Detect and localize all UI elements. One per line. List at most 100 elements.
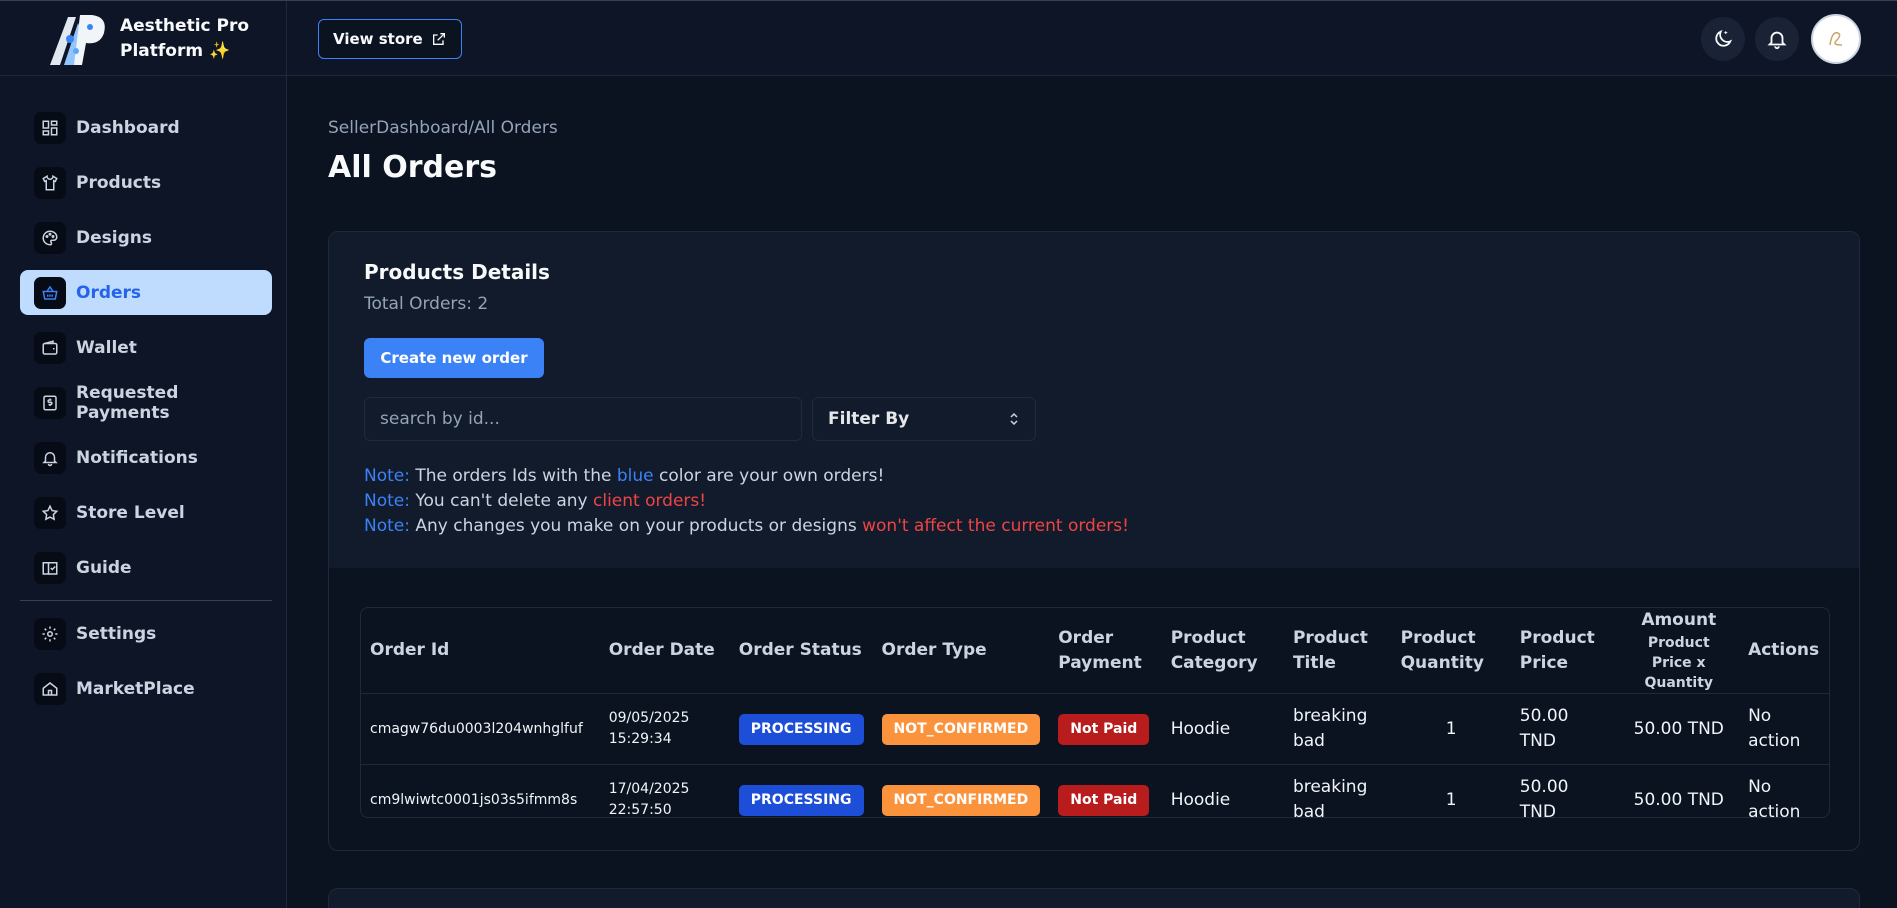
product-title-cell: breaking bad: [1283, 693, 1392, 765]
page-title: All Orders: [328, 150, 497, 185]
col-product-title[interactable]: Product Title: [1283, 608, 1392, 694]
home-icon: [34, 672, 66, 705]
product-price-cell: 50.00 TND: [1510, 693, 1619, 765]
sidebar-item-label: Notifications: [76, 447, 198, 468]
star-icon: [34, 496, 66, 529]
sidebar-divider: [20, 600, 272, 601]
note-highlight-red: won't affect the current orders!: [862, 516, 1129, 536]
chevron-up-down-icon: [1010, 412, 1018, 426]
sidebar-item-notifications[interactable]: Notifications: [20, 435, 272, 480]
note-text: The orders Ids with the: [409, 466, 617, 486]
order-date-cell: 09/05/2025 15:29:34: [599, 693, 730, 765]
table-row[interactable]: cmagw76du0003l204wnhglfuf 09/05/2025 15:2…: [361, 693, 1829, 765]
sidebar-item-designs[interactable]: Designs: [20, 215, 272, 260]
avatar-logo-icon: [1829, 32, 1843, 46]
sidebar-item-label: Products: [76, 172, 162, 193]
amount-cell: 50.00 TND: [1633, 789, 1724, 810]
notes: Note: The orders Ids with the blue color…: [364, 464, 1129, 539]
sidebar-item-guide[interactable]: Guide: [20, 545, 272, 590]
product-category-cell: Hoodie: [1170, 789, 1231, 810]
avatar[interactable]: [1811, 14, 1861, 64]
product-title-cell: breaking bad: [1292, 777, 1368, 818]
notifications-button[interactable]: [1755, 17, 1799, 61]
note-text: Any changes you make on your products or…: [409, 516, 863, 536]
view-store-label: View store: [333, 30, 423, 48]
note-label: Note:: [364, 516, 410, 536]
sidebar-item-label: Guide: [76, 557, 132, 578]
type-badge: NOT_CONFIRMED: [881, 784, 1041, 816]
col-order-payment[interactable]: Order Payment: [1049, 608, 1162, 694]
gear-icon: [34, 617, 66, 650]
actions-cell: No action: [1739, 693, 1829, 765]
col-product-category[interactable]: Product Category: [1161, 608, 1284, 694]
next-section-card: [328, 888, 1860, 908]
order-id-cell[interactable]: cm9lwiwtc0001js03s5ifmm8s: [361, 765, 600, 818]
product-quantity-cell: 1: [1391, 693, 1511, 765]
palette-icon: [34, 221, 66, 254]
order-id-cell[interactable]: cmagw76du0003l204wnhglfuf: [361, 693, 600, 765]
sidebar-item-label: Dashboard: [76, 117, 180, 138]
view-store-button[interactable]: View store: [318, 19, 462, 59]
sidebar-item-store-level[interactable]: Store Level: [20, 490, 272, 535]
product-quantity-cell: 1: [1445, 789, 1457, 810]
product-price-cell: 50.00 TND: [1519, 777, 1569, 818]
note-label: Note:: [364, 466, 410, 486]
col-product-quantity[interactable]: Product Quantity: [1391, 608, 1511, 694]
col-order-status[interactable]: Order Status: [729, 608, 873, 694]
brand-name: Aesthetic Pro Platform ✨: [120, 16, 250, 61]
product-category-cell: Hoodie: [1161, 693, 1284, 765]
filter-label: Filter By: [828, 409, 910, 429]
sidebar-item-label: Orders: [76, 282, 142, 303]
sidebar-item-products[interactable]: Products: [20, 160, 272, 205]
note-highlight-blue: blue: [616, 466, 654, 486]
sidebar-item-label: Store Level: [76, 502, 185, 523]
col-product-price[interactable]: Product Price: [1510, 608, 1619, 694]
col-order-date[interactable]: Order Date: [599, 608, 730, 694]
sidebar-item-marketplace[interactable]: MarketPlace: [20, 666, 272, 711]
sidebar-item-label: Designs: [76, 227, 152, 248]
filter-select[interactable]: Filter By: [812, 397, 1036, 441]
brand[interactable]: Aesthetic Pro Platform ✨: [0, 1, 287, 76]
sidebar-item-label: Wallet: [76, 337, 137, 358]
dollar-icon: [34, 386, 66, 419]
sidebar-item-requested-payments[interactable]: Requested Payments: [20, 380, 272, 425]
sidebar-item-dashboard[interactable]: Dashboard: [20, 105, 272, 150]
top-bar: Aesthetic Pro Platform ✨ View store: [0, 0, 1897, 76]
sidebar-item-settings[interactable]: Settings: [20, 611, 272, 656]
basket-icon: [34, 276, 66, 309]
status-badge: PROCESSING: [738, 713, 864, 745]
order-date: 09/05/2025: [608, 710, 690, 726]
payment-badge: Not Paid: [1058, 713, 1150, 745]
type-badge: NOT_CONFIRMED: [881, 713, 1041, 745]
sidebar-item-label: Requested Payments: [76, 382, 179, 423]
sidebar-item-label: Settings: [76, 623, 157, 644]
order-status-cell: PROCESSING: [730, 765, 873, 818]
theme-toggle-button[interactable]: [1701, 17, 1745, 61]
search-input[interactable]: [364, 397, 802, 441]
moon-icon: [1715, 29, 1733, 47]
table-header-row: Order Id Order Date Order Status Order T…: [361, 608, 1829, 694]
sidebar-item-wallet[interactable]: Wallet: [20, 325, 272, 370]
table-row[interactable]: cm9lwiwtc0001js03s5ifmm8s 17/04/2025 22:5…: [361, 765, 1829, 818]
note-line: Note: You can't delete any client orders…: [364, 489, 1129, 514]
sidebar: Dashboard Products Designs Orders Wallet…: [0, 76, 287, 908]
logo-icon: [50, 15, 105, 65]
note-highlight-red: client orders!: [593, 491, 707, 511]
col-order-type[interactable]: Order Type: [872, 608, 1050, 694]
sidebar-item-label: MarketPlace: [76, 678, 195, 699]
col-order-id[interactable]: Order Id: [361, 608, 600, 694]
create-order-button[interactable]: Create new order: [364, 338, 544, 378]
note-text: You can't delete any: [409, 491, 593, 511]
amount-cell: 50.00 TND: [1618, 693, 1740, 765]
card-header: Products Details Total Orders: 2 Create …: [329, 232, 1859, 568]
order-type-cell: NOT_CONFIRMED: [872, 693, 1050, 765]
card-title: Products Details: [364, 260, 550, 284]
external-link-icon: [432, 33, 445, 45]
sidebar-item-orders[interactable]: Orders: [20, 270, 272, 315]
col-amount[interactable]: Amount Product Price x Quantity: [1618, 608, 1740, 694]
breadcrumb[interactable]: SellerDashboard/All Orders: [328, 118, 558, 138]
order-date: 17/04/2025: [608, 781, 690, 798]
payment-badge: Not Paid: [1058, 784, 1150, 816]
col-actions: Actions: [1739, 608, 1829, 694]
note-label: Note:: [364, 491, 410, 511]
